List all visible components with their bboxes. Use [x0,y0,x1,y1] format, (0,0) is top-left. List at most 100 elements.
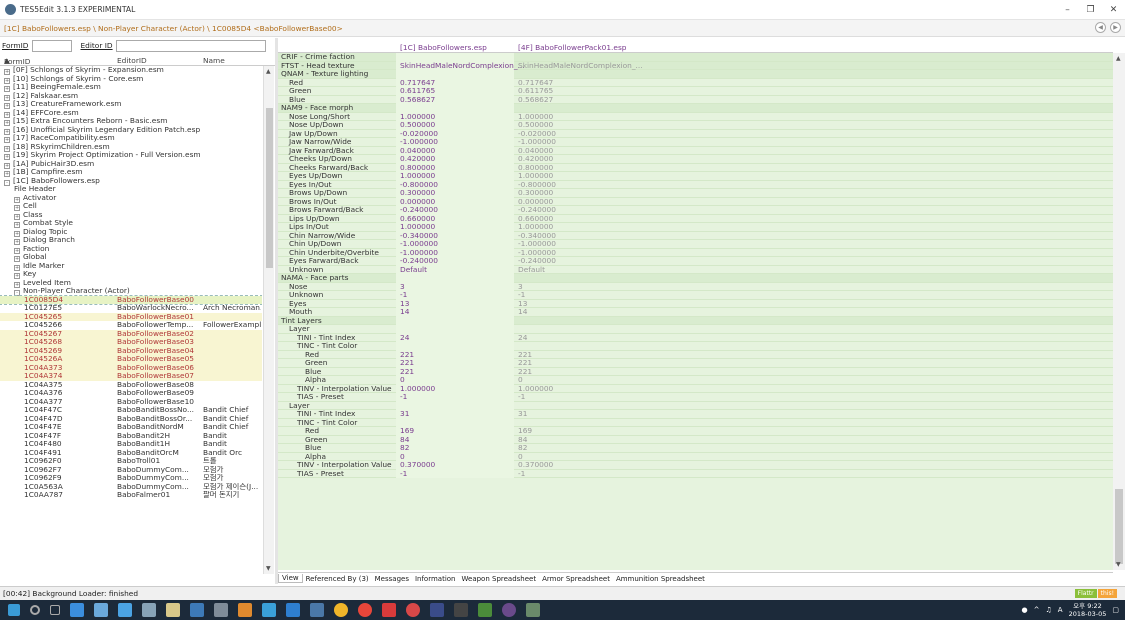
record-scroll-thumb[interactable] [1115,489,1123,564]
field-value-plugin-1[interactable]: 24 [400,333,409,343]
search-icon[interactable] [30,605,40,615]
tree-name: 모험가 제이슨(J... [203,482,259,491]
taskbar-app-icon[interactable] [190,603,204,617]
taskbar-app-icon[interactable] [502,603,516,617]
taskbar-app-icon[interactable] [118,603,132,617]
tab-armor-spreadsheet[interactable]: Armor Spreadsheet [539,575,613,583]
record-view-header: [1C] BaboFollowers.esp [4F] BaboFollower… [278,41,1113,53]
value-column-bg [396,282,514,291]
clock[interactable]: 오후 9:22 2018-03-05 [1069,602,1107,618]
maximize-button[interactable]: ❐ [1079,0,1102,20]
edge-icon[interactable] [70,603,84,617]
value-column-bg [396,274,514,283]
field-value-plugin-1[interactable]: 31 [400,409,409,419]
notification-icon[interactable]: ▢ [1112,606,1119,614]
field-value-plugin-2[interactable]: SkinHeadMaleNordComplexion_... [518,61,643,71]
flattr-button[interactable]: Flattr this! [1074,589,1117,598]
file-explorer-icon[interactable] [166,603,180,617]
field-value-plugin-1[interactable]: 0.568627 [400,95,435,105]
record-field-row[interactable]: Blue 0.568627 0.568627 [278,95,1113,105]
back-icon[interactable]: ◀ [1095,22,1106,33]
close-button[interactable]: ✕ [1102,0,1125,20]
tree-editorid: BaboFollowerTemp... [117,321,194,329]
taskbar-app-icon[interactable] [334,603,348,617]
formid-column-header[interactable]: FormID ▲ [4,56,31,66]
editorid-filter-input[interactable] [115,39,266,52]
tree-row[interactable]: 1C0AA787 BaboFalmer01 팔머 돈지기 [0,490,262,500]
system-tray: ● ^ ♫ A 오후 9:22 2018-03-05 ▢ [1022,600,1125,620]
taskbar-app-icon[interactable] [526,603,540,617]
field-value-plugin-2[interactable]: -1 [518,469,525,479]
taskbar-app-icon[interactable] [310,603,324,617]
minimize-button[interactable]: – [1056,0,1079,20]
taskbar-app-icon[interactable] [478,603,492,617]
record-field-row[interactable]: Unknown Default Default [278,265,1113,275]
taskbar-app-icon[interactable] [454,603,468,617]
chrome-icon[interactable] [358,603,372,617]
task-view-icon[interactable] [50,605,60,615]
scroll-down-icon[interactable]: ▼ [1116,561,1121,568]
record-tree[interactable]: + [0F] Schlongs of Skyrim - Expansion.esm… [0,66,262,574]
editorid-column-header[interactable]: EditorID [117,56,147,65]
record-section-row[interactable]: FTST - Head texture SkinHeadMaleNordCompl… [278,61,1113,71]
app-icon [5,4,16,15]
field-value-plugin-1[interactable]: 14 [400,307,409,317]
record-field-row[interactable]: TINI - Tint Index 31 31 [278,409,1113,419]
window-controls: – ❐ ✕ [1056,0,1125,20]
taskbar-app-icon[interactable] [406,603,420,617]
field-value-plugin-2[interactable]: 0.568627 [518,95,553,105]
internet-explorer-icon[interactable] [286,603,300,617]
record-section-row[interactable]: Tint Layers [278,316,1113,325]
tree-name: FollowerExample [203,321,261,329]
people-icon[interactable]: ● [1022,606,1028,614]
taskbar-app-icon[interactable] [214,603,228,617]
ime-indicator[interactable]: A [1058,606,1063,614]
tree-scrollbar[interactable]: ▲ ▼ [263,66,274,574]
field-value-plugin-2[interactable]: Default [518,265,545,275]
taskbar-app-icon[interactable] [430,603,444,617]
scroll-down-icon[interactable]: ▼ [266,565,271,572]
plugin-column-1[interactable]: [1C] BaboFollowers.esp [400,43,487,52]
tab-referenced-by-3[interactable]: Referenced By (3) [303,575,372,583]
field-value-plugin-2[interactable]: 24 [518,333,527,343]
name-column-header[interactable]: Name [203,56,225,65]
scroll-up-icon[interactable]: ▲ [1116,55,1121,62]
record-scrollbar[interactable]: ▲ ▼ [1113,53,1125,570]
taskbar-app-icon[interactable] [262,603,276,617]
speaker-icon[interactable]: ♫ [1046,606,1052,614]
taskbar-app-icon[interactable] [382,603,396,617]
formid-filter-input[interactable] [31,39,72,52]
value-column-bg [396,308,514,317]
field-value-plugin-2[interactable]: 31 [518,409,527,419]
field-value-plugin-1[interactable]: -1 [400,392,407,402]
tab-messages[interactable]: Messages [372,575,412,583]
tab-ammunition-spreadsheet[interactable]: Ammunition Spreadsheet [613,575,708,583]
windows-start-icon[interactable] [8,604,20,616]
record-field-row[interactable]: TIAS - Preset -1 -1 [278,469,1113,479]
tray-expand-icon[interactable]: ^ [1034,606,1040,614]
value-column-bg [396,325,514,334]
tree-scroll-thumb[interactable] [266,108,273,268]
scroll-up-icon[interactable]: ▲ [266,68,271,75]
forward-icon[interactable]: ▶ [1110,22,1121,33]
tree-name: Bandit Orc [203,448,243,457]
tree-row[interactable]: + Activator [0,193,262,203]
field-value-plugin-2[interactable]: 14 [518,307,527,317]
taskbar-app-icon[interactable] [94,603,108,617]
record-field-row[interactable]: TIAS - Preset -1 -1 [278,392,1113,402]
tree-name: 모험가 [203,474,224,482]
taskbar-app-icon[interactable] [238,603,252,617]
field-value-plugin-1[interactable]: -1 [400,469,407,479]
field-value-plugin-1[interactable]: Default [400,265,427,275]
record-field-row[interactable]: TINI - Tint Index 24 24 [278,333,1113,343]
record-field-row[interactable]: Mouth 14 14 [278,307,1113,317]
tree-editorid: BaboFalmer01 [117,491,171,499]
tab-weapon-spreadsheet[interactable]: Weapon Spreadsheet [459,575,540,583]
field-value-plugin-2[interactable]: -1 [518,392,525,402]
field-value-plugin-1[interactable]: SkinHeadMaleNordComplexion_... [400,61,525,71]
tab-view[interactable]: View [278,574,303,583]
taskbar-app-icon[interactable] [142,603,156,617]
tree-row[interactable]: + Idle Marker [0,261,262,271]
tab-information[interactable]: Information [412,575,459,583]
plugin-column-2[interactable]: [4F] BaboFollowerPack01.esp [518,43,627,52]
